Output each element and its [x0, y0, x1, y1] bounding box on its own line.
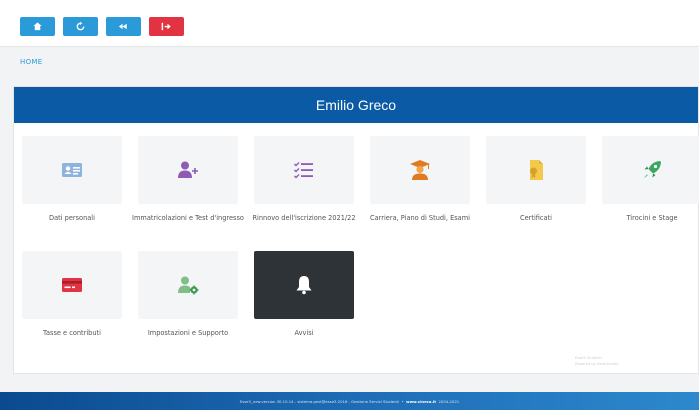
footer: Esse3_new.version 30.10.14 - sistema.ges…	[0, 392, 699, 410]
tile-label: Tasse e contributi	[43, 329, 101, 337]
logout-icon	[161, 22, 171, 31]
user-add-icon	[178, 161, 198, 178]
user-banner: Emilio Greco	[14, 87, 698, 123]
footer-text: Esse3_new.version 30.10.14 - sistema.ges…	[239, 398, 460, 404]
logout-button[interactable]	[149, 17, 184, 36]
breadcrumb-bar: HOME	[0, 46, 699, 80]
refresh-button[interactable]	[63, 17, 98, 36]
user-settings-icon	[178, 276, 199, 295]
tile-label: Avvisi	[294, 329, 314, 337]
certificate-icon	[530, 160, 543, 180]
home-button[interactable]	[20, 17, 55, 36]
rocket-icon	[643, 161, 661, 179]
bell-icon	[296, 276, 312, 295]
tile-label: Immatricolazioni e Test d'ingresso	[132, 214, 244, 222]
back-icon	[118, 23, 127, 30]
id-card-icon	[62, 163, 82, 177]
powered-by-watermark: Esse3 Studenti Powered by ZeroGravity	[575, 355, 690, 367]
home-icon	[33, 22, 42, 31]
watermark-line: Powered by ZeroGravity	[575, 362, 619, 366]
tile-impostazioni[interactable]	[138, 251, 238, 319]
breadcrumb-home-link[interactable]: HOME	[20, 58, 42, 66]
top-toolbar	[0, 0, 699, 46]
tile-avvisi[interactable]	[254, 251, 354, 319]
back-button[interactable]	[106, 17, 141, 36]
refresh-icon	[76, 21, 85, 31]
graduate-icon	[410, 160, 430, 180]
tile-immatricolazioni[interactable]	[138, 136, 238, 204]
footer-info: Esse3_new.version 30.10.14 - sistema.ges…	[239, 398, 400, 404]
checklist-icon	[294, 162, 313, 179]
tile-label: Dati personali	[49, 214, 95, 222]
tile-label: Certificati	[519, 214, 553, 222]
tile-tirocini[interactable]	[602, 136, 699, 204]
tile-label: Impostazioni e Supporto	[147, 329, 229, 337]
tile-label: Rinnovo dell'iscrizione 2021/22	[252, 214, 356, 222]
user-name: Emilio Greco	[315, 97, 397, 113]
main-panel: Emilio Greco Dati personali Immatricolaz…	[13, 86, 699, 374]
tile-label: Carriera, Piano di Studi, Esami	[370, 214, 470, 222]
footer-brand-link[interactable]: www.cineca.it	[406, 399, 436, 404]
tile-dati-personali[interactable]	[22, 136, 122, 204]
tile-carriera[interactable]	[370, 136, 470, 204]
tile-rinnovo-iscrizione[interactable]	[254, 136, 354, 204]
tile-certificati[interactable]	[486, 136, 586, 204]
tile-tasse[interactable]	[22, 251, 122, 319]
credit-card-icon	[62, 278, 82, 292]
footer-years: 2004-2021	[438, 398, 460, 404]
tile-label: Tirocini e Stage	[626, 214, 678, 222]
